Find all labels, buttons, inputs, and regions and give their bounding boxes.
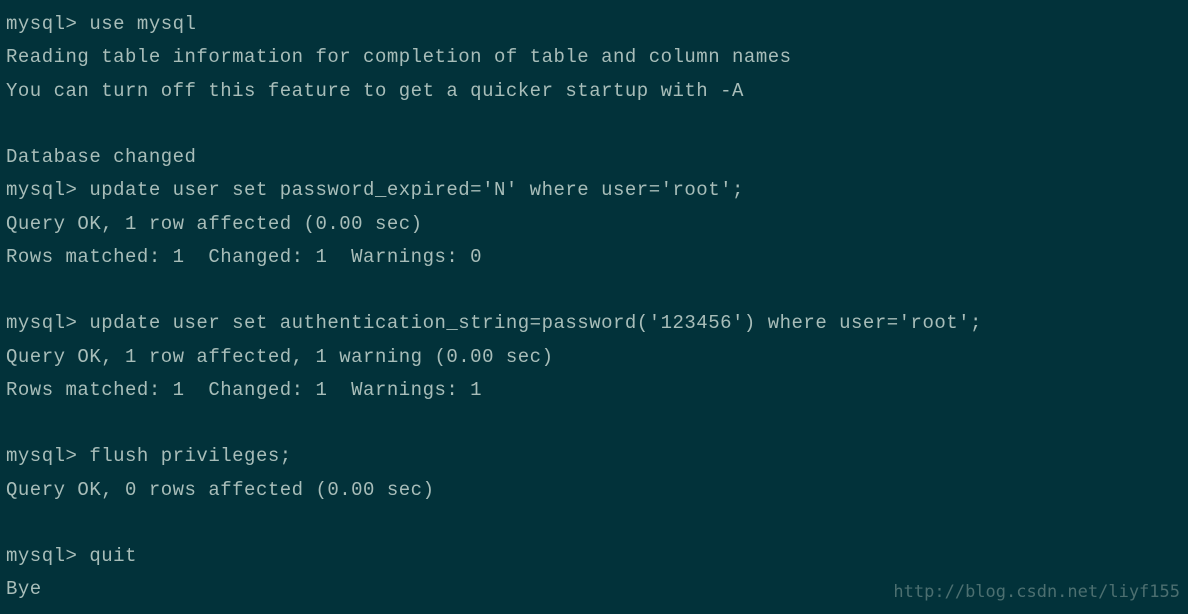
terminal-line: Rows matched: 1 Changed: 1 Warnings: 1	[6, 374, 1182, 407]
terminal-line: You can turn off this feature to get a q…	[6, 75, 1182, 108]
terminal-blank-line	[6, 108, 1182, 141]
terminal-blank-line	[6, 507, 1182, 540]
terminal-blank-line	[6, 407, 1182, 440]
terminal-line: Query OK, 0 rows affected (0.00 sec)	[6, 474, 1182, 507]
terminal-line: Query OK, 1 row affected (0.00 sec)	[6, 208, 1182, 241]
terminal-blank-line	[6, 274, 1182, 307]
terminal-line: mysql> update user set authentication_st…	[6, 307, 1182, 340]
terminal-line: Reading table information for completion…	[6, 41, 1182, 74]
terminal-line: Rows matched: 1 Changed: 1 Warnings: 0	[6, 241, 1182, 274]
terminal-line: mysql> quit	[6, 540, 1182, 573]
watermark-text: http://blog.csdn.net/liyf155	[893, 578, 1180, 608]
terminal-line: Query OK, 1 row affected, 1 warning (0.0…	[6, 341, 1182, 374]
terminal-line: Database changed	[6, 141, 1182, 174]
terminal-line: mysql> update user set password_expired=…	[6, 174, 1182, 207]
terminal-line: mysql> use mysql	[6, 8, 1182, 41]
terminal-output[interactable]: mysql> use mysqlReading table informatio…	[6, 8, 1182, 607]
terminal-line: mysql> flush privileges;	[6, 440, 1182, 473]
